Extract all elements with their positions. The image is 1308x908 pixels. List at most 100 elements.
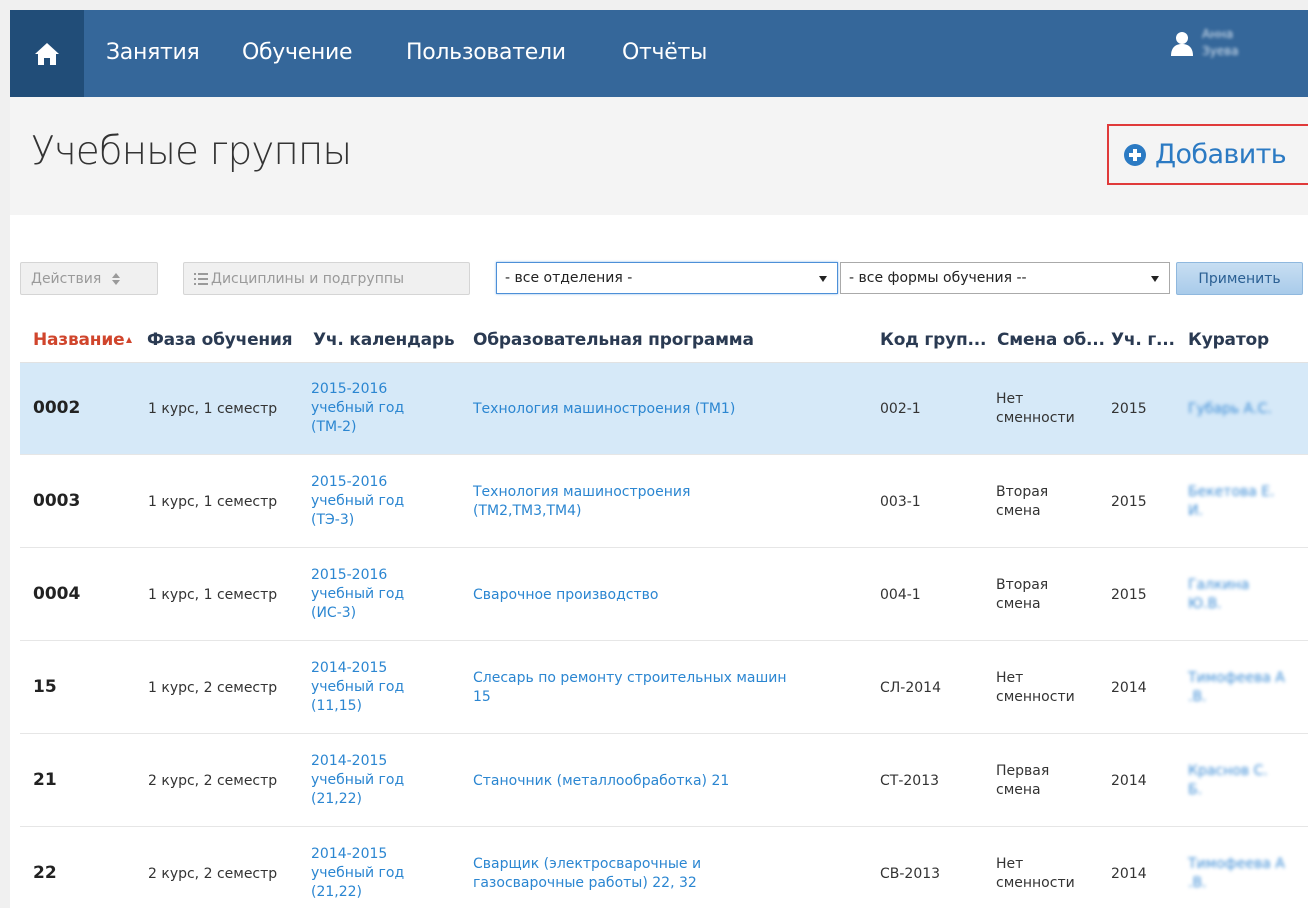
nav-item-classes[interactable]: Занятия	[106, 40, 200, 65]
curator-link[interactable]: Тимофеева А .В.	[1188, 855, 1285, 893]
calendar-line: (ИС-3)	[311, 605, 357, 621]
department-select-value: - все отделения -	[505, 270, 633, 286]
department-select[interactable]: - все отделения -	[496, 262, 838, 294]
table-row[interactable]: 22 2 курс, 2 семестр 2014-2015 учебный г…	[20, 828, 1308, 908]
user-icon	[1171, 32, 1193, 56]
actions-button[interactable]: Действия	[20, 262, 158, 295]
program-line: 15	[473, 689, 491, 705]
curator-link[interactable]: Тимофеева А .В.	[1188, 669, 1285, 707]
curator-link[interactable]: Губарь А.С.	[1188, 400, 1272, 419]
column-header-curator[interactable]: Куратор	[1188, 330, 1269, 350]
column-header-group-code[interactable]: Код груп...	[880, 330, 986, 350]
nav-item-learning[interactable]: Обучение	[242, 40, 353, 65]
nav-item-users[interactable]: Пользователи	[406, 40, 566, 65]
shift-line: смена	[996, 596, 1041, 612]
curator-line: .В.	[1188, 689, 1207, 705]
group-name: 0003	[33, 491, 81, 511]
calendar-link[interactable]: 2015-2016 учебный год (ИС-3)	[311, 566, 404, 623]
apply-button[interactable]: Применить	[1176, 262, 1303, 295]
program-line: Технология машиностроения	[473, 484, 691, 500]
calendar-line: (11,15)	[311, 698, 363, 714]
program-link[interactable]: Станочник (металлообработка) 21	[473, 772, 729, 791]
shift-line: сменности	[996, 689, 1075, 705]
table-row[interactable]: 0004 1 курс, 1 семестр 2015-2016 учебный…	[20, 549, 1308, 641]
shift-line: Нет	[996, 391, 1024, 407]
calendar-link[interactable]: 2015-2016 учебный год (ТЭ-3)	[311, 473, 404, 530]
program-line: Сварочное производство	[473, 587, 659, 603]
group-code: 003-1	[880, 494, 921, 510]
program-line: Слесарь по ремонту строительных машин	[473, 670, 787, 686]
table-row[interactable]: 0002 1 курс, 1 семестр 2015-2016 учебный…	[20, 363, 1308, 455]
group-name: 0002	[33, 398, 81, 418]
list-icon	[194, 272, 208, 285]
table-row[interactable]: 0003 1 курс, 1 семестр 2015-2016 учебный…	[20, 456, 1308, 548]
group-code: 004-1	[880, 587, 921, 603]
curator-link[interactable]: Галкина Ю.В.	[1188, 576, 1249, 614]
group-name: 22	[33, 863, 57, 883]
home-icon	[35, 42, 59, 65]
program-link[interactable]: Сварочное производство	[473, 586, 658, 605]
curator-line: И.	[1188, 503, 1203, 519]
shift: Нет сменности	[996, 669, 1075, 707]
column-header-shift[interactable]: Смена об...	[997, 330, 1105, 350]
column-header-name-label: Название	[33, 330, 125, 350]
shift-line: смена	[996, 503, 1041, 519]
calendar-line: 2015-2016	[311, 381, 388, 397]
calendar-link[interactable]: 2014-2015 учебный год (21,22)	[311, 752, 404, 809]
disciplines-button[interactable]: Дисциплины и подгруппы	[183, 262, 470, 295]
user-name: Анна Зуева	[1202, 26, 1239, 60]
calendar-line: (21,22)	[311, 884, 363, 900]
calendar-line: (ТЭ-3)	[311, 512, 355, 528]
app-frame: Занятия Обучение Пользователи Отчёты Анн…	[10, 10, 1308, 908]
add-button-label: Добавить	[1155, 139, 1287, 170]
calendar-line: учебный год	[311, 400, 405, 416]
plus-circle-icon	[1124, 143, 1146, 166]
user-first-name: Анна	[1202, 27, 1234, 41]
table-row[interactable]: 15 1 курс, 2 семестр 2014-2015 учебный г…	[20, 642, 1308, 734]
program-link[interactable]: Технология машиностроения (ТМ1)	[473, 400, 735, 419]
group-name: 21	[33, 770, 57, 790]
group-code: СВ-2013	[880, 866, 941, 882]
program-line: Станочник (металлообработка) 21	[473, 773, 730, 789]
curator-link[interactable]: Краснов С. Б.	[1188, 762, 1268, 800]
calendar-link[interactable]: 2015-2016 учебный год (ТМ-2)	[311, 380, 404, 437]
curator-link[interactable]: Бекетова Е. И.	[1188, 483, 1275, 521]
calendar-link[interactable]: 2014-2015 учебный год (21,22)	[311, 845, 404, 902]
page-title: Учебные группы	[31, 129, 352, 174]
group-code: 002-1	[880, 401, 921, 417]
curator-line: Бекетова Е.	[1188, 484, 1275, 500]
shift-line: Первая	[996, 763, 1050, 779]
column-header-phase[interactable]: Фаза обучения	[147, 330, 293, 350]
study-year: 2014	[1111, 680, 1147, 696]
add-button[interactable]: Добавить	[1107, 124, 1308, 185]
shift-line: смена	[996, 782, 1041, 798]
group-code: СЛ-2014	[880, 680, 941, 696]
sort-asc-icon	[126, 337, 133, 343]
study-phase: 2 курс, 2 семестр	[148, 773, 278, 789]
column-header-year[interactable]: Уч. г...	[1111, 330, 1175, 350]
table-row[interactable]: 21 2 курс, 2 семестр 2014-2015 учебный г…	[20, 735, 1308, 827]
user-menu[interactable]: Анна Зуева	[1170, 26, 1239, 60]
program-link[interactable]: Слесарь по ремонту строительных машин 15	[473, 669, 787, 707]
shift: Вторая смена	[996, 576, 1048, 614]
column-header-program[interactable]: Образовательная программа	[473, 330, 754, 350]
study-form-select[interactable]: - все формы обучения --	[840, 262, 1170, 294]
nav-item-reports[interactable]: Отчёты	[622, 40, 707, 65]
top-navbar: Занятия Обучение Пользователи Отчёты Анн…	[10, 10, 1308, 97]
program-link[interactable]: Сварщик (электросварочные и газосварочны…	[473, 855, 701, 893]
calendar-link[interactable]: 2014-2015 учебный год (11,15)	[311, 659, 404, 716]
shift-line: Вторая	[996, 484, 1049, 500]
group-name: 0004	[33, 584, 81, 604]
curator-line: Галкина	[1188, 577, 1250, 593]
study-phase: 1 курс, 1 семестр	[148, 587, 278, 603]
calendar-line: учебный год	[311, 586, 405, 602]
column-header-name[interactable]: Название	[33, 330, 133, 350]
calendar-line: учебный год	[311, 772, 405, 788]
group-code: СТ-2013	[880, 773, 940, 789]
column-header-calendar[interactable]: Уч. календарь	[313, 330, 455, 350]
study-form-select-value: - все формы обучения --	[849, 270, 1027, 286]
curator-line: .В.	[1188, 875, 1207, 891]
home-button[interactable]	[10, 10, 84, 97]
calendar-line: 2015-2016	[311, 567, 388, 583]
program-link[interactable]: Технология машиностроения (ТМ2,ТМ3,ТМ4)	[473, 483, 690, 521]
